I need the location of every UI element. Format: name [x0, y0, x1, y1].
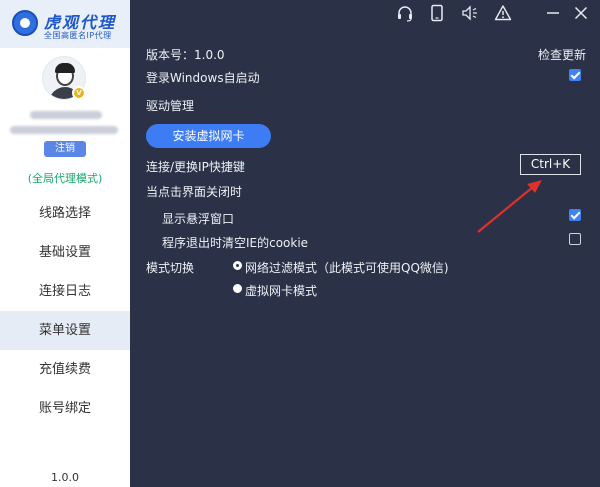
avatar-hair — [55, 63, 75, 73]
close-icon[interactable] — [572, 4, 590, 22]
hotkey-label: 连接/更换IP快捷键 — [146, 160, 245, 174]
on-close-label: 当点击界面关闭时 — [146, 185, 243, 199]
blurred-expiry — [10, 126, 118, 134]
network-filter-mode-label[interactable]: 网络过滤模式（此模式可使用QQ微信) — [245, 259, 449, 276]
hotkey-input[interactable]: Ctrl+K — [520, 154, 581, 175]
logout-button[interactable]: 注销 — [44, 141, 86, 157]
tablet-icon[interactable] — [428, 4, 446, 22]
vip-badge: V — [72, 86, 86, 100]
clear-cookie-checkbox[interactable] — [569, 233, 581, 245]
logo-subtitle: 全国高匿名IP代理 — [44, 31, 112, 40]
sidebar-version: 1.0.0 — [51, 471, 79, 484]
sidebar: 虎观代理 全国高匿名IP代理 V 注销 (全局代理模式) 线路选择 基础设置 连… — [0, 0, 130, 487]
virtual-nic-mode-label[interactable]: 虚拟网卡模式 — [245, 282, 317, 299]
sidebar-item-line-select[interactable]: 线路选择 — [0, 194, 130, 233]
sidebar-item-account-binding[interactable]: 账号绑定 — [0, 389, 130, 428]
check-update-link[interactable]: 检查更新 — [538, 46, 586, 63]
speaker-icon[interactable] — [461, 4, 479, 22]
blurred-username — [30, 111, 102, 119]
driver-management-label: 驱动管理 — [146, 99, 195, 113]
sidebar-item-menu-settings[interactable]: 菜单设置 — [0, 311, 130, 350]
install-virtual-nic-button[interactable]: 安装虚拟网卡 — [146, 124, 271, 148]
autostart-checkbox[interactable] — [569, 69, 581, 81]
sidebar-item-connection-log[interactable]: 连接日志 — [0, 272, 130, 311]
proxy-mode-label: (全局代理模式) — [27, 172, 103, 185]
logo-icon — [12, 10, 38, 36]
headset-icon[interactable] — [396, 4, 414, 22]
network-filter-mode-radio[interactable] — [233, 261, 242, 270]
warning-icon[interactable] — [494, 4, 512, 22]
autostart-label: 登录Windows自启动 — [146, 71, 260, 85]
minimize-icon[interactable] — [544, 4, 562, 22]
show-float-window-checkbox[interactable] — [569, 209, 581, 221]
virtual-nic-mode-radio[interactable] — [233, 284, 242, 293]
sidebar-nav: 线路选择 基础设置 连接日志 菜单设置 充值续费 账号绑定 — [0, 194, 130, 428]
mode-switch-label: 模式切换 — [146, 261, 195, 275]
clear-cookie-label: 程序退出时清空IE的cookie — [162, 236, 309, 250]
sidebar-item-basic-settings[interactable]: 基础设置 — [0, 233, 130, 272]
app-logo: 虎观代理 全国高匿名IP代理 — [0, 0, 130, 48]
version-label: 版本号：1.0.0 — [146, 48, 225, 62]
show-float-window-label: 显示悬浮窗口 — [162, 212, 235, 226]
settings-panel: 版本号：1.0.0 检查更新 登录Windows自启动 驱动管理 安装虚拟网卡 … — [130, 0, 600, 487]
sidebar-item-recharge[interactable]: 充值续费 — [0, 350, 130, 389]
title-bar — [130, 0, 600, 26]
